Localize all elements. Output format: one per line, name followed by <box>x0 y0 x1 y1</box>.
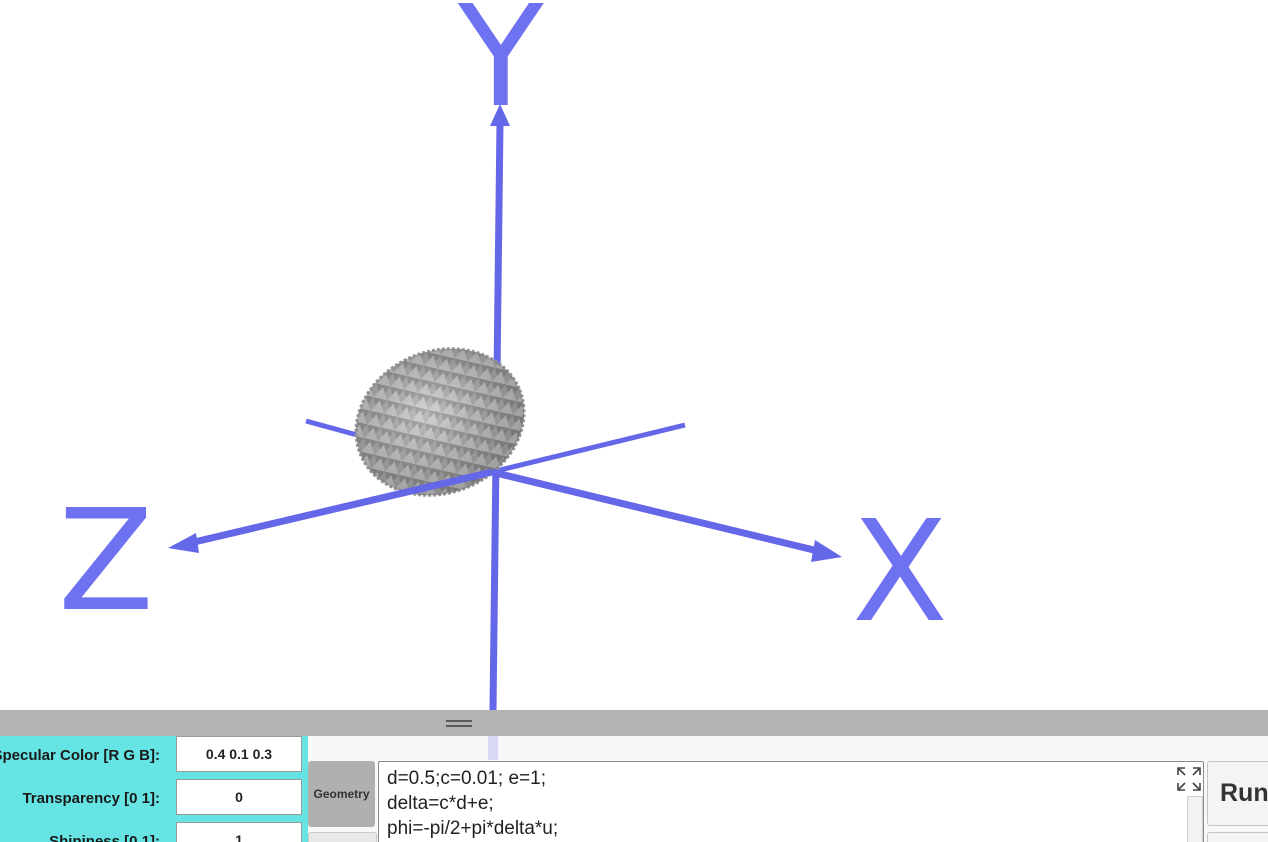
y-axis-label: Y <box>458 0 544 139</box>
expand-icon[interactable] <box>1175 765 1203 793</box>
scene-svg <box>168 104 842 710</box>
3d-viewport[interactable]: Y Z X <box>0 0 1268 710</box>
secondary-run-button[interactable] <box>1207 832 1268 842</box>
axis-ghost <box>488 736 498 760</box>
x-axis-label: X <box>852 491 948 654</box>
material-properties: Specular Color [R G B]: 0.4 0.1 0.3 Tran… <box>0 736 308 842</box>
control-panel: Specular Color [R G B]: 0.4 0.1 0.3 Tran… <box>0 736 1268 842</box>
transparency-label: Transparency [0 1]: <box>22 790 160 807</box>
code-line: delta=c*d+e; <box>387 793 494 814</box>
z-axis-label: Z <box>58 480 154 643</box>
specular-color-label: Specular Color [R G B]: <box>0 747 160 764</box>
shininess-label: Shininess [0 1]: <box>49 833 160 842</box>
transparency-row: Transparency [0 1]: 0 <box>0 779 308 819</box>
secondary-tab-button[interactable] <box>308 832 377 842</box>
x-axis-arrow <box>811 540 842 562</box>
specular-color-input[interactable]: 0.4 0.1 0.3 <box>176 736 302 772</box>
z-axis <box>189 468 493 547</box>
z-axis-arrow <box>168 533 199 553</box>
panel-splitter[interactable] <box>0 710 1268 736</box>
x-axis <box>491 468 819 555</box>
code-line: d=0.5;c=0.01; e=1; <box>387 768 546 789</box>
transparency-input[interactable]: 0 <box>176 779 302 815</box>
shininess-row: Shininess [0 1]: 1 <box>0 822 308 842</box>
editor-scrollbar[interactable] <box>1187 796 1203 842</box>
drag-handle-icon[interactable] <box>446 716 472 730</box>
run-button[interactable]: Run <box>1207 761 1268 826</box>
code-editor[interactable]: d=0.5;c=0.01; e=1; delta=c*d+e; phi=-pi/… <box>378 761 1204 842</box>
specular-color-row: Specular Color [R G B]: 0.4 0.1 0.3 <box>0 736 308 776</box>
code-line: phi=-pi/2+pi*delta*u; <box>387 818 559 839</box>
parametric-surface <box>354 347 526 497</box>
shininess-input[interactable]: 1 <box>176 822 302 842</box>
geometry-button[interactable]: Geometry <box>308 761 375 827</box>
